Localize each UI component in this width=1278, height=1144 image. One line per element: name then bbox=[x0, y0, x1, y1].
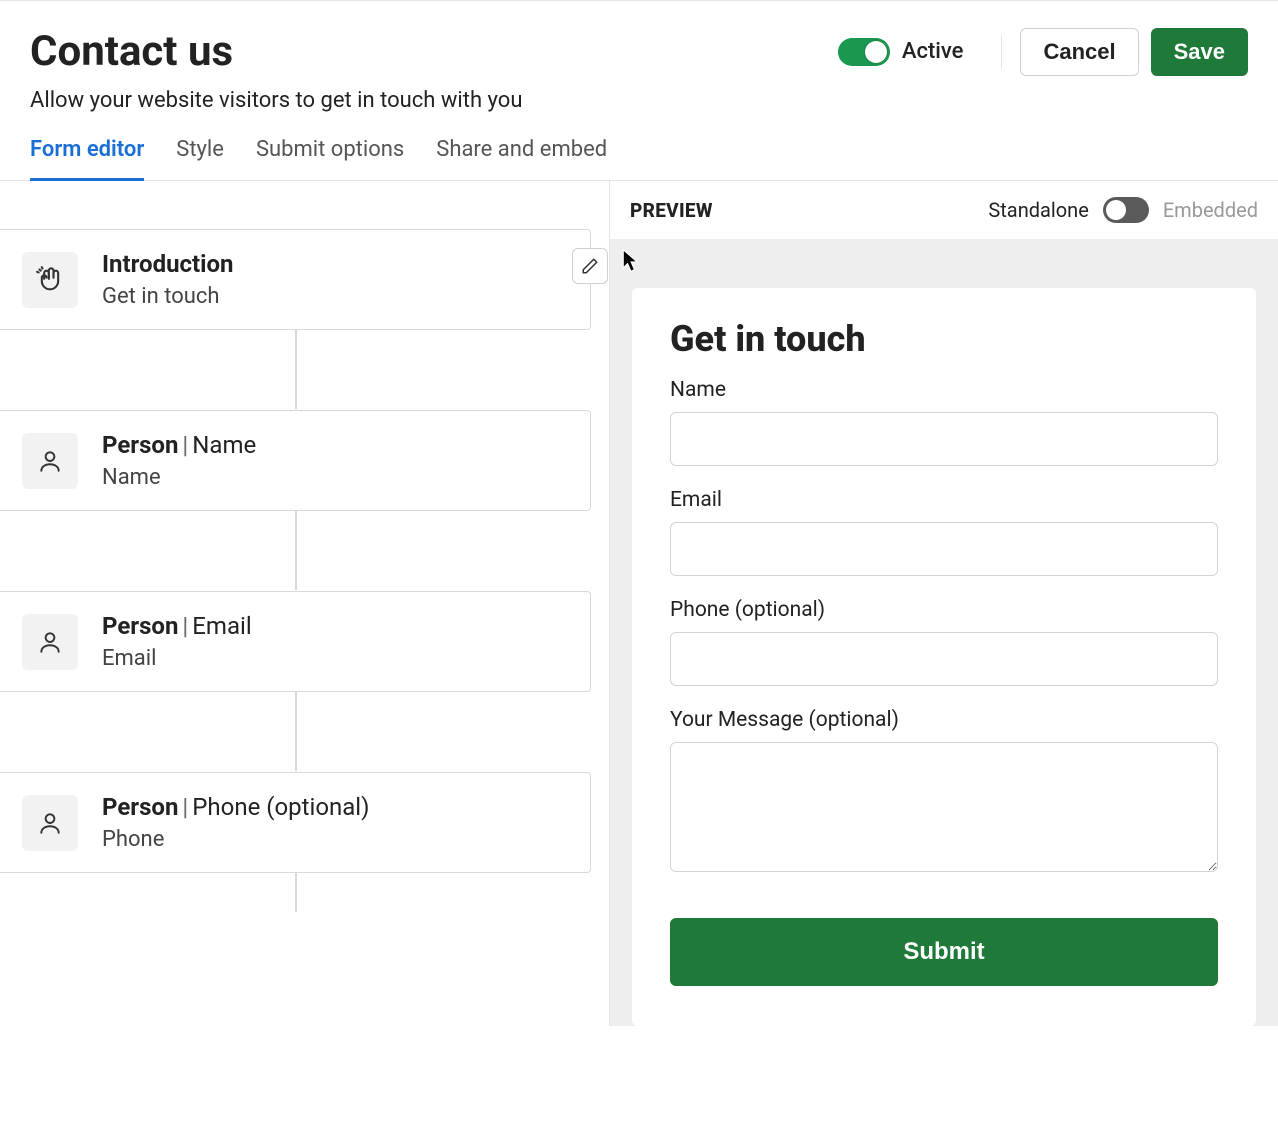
preview-mode-toggle[interactable] bbox=[1103, 197, 1149, 223]
connector bbox=[295, 691, 297, 771]
preview-mode-standalone-label: Standalone bbox=[988, 198, 1088, 222]
field-label-phone: Phone (optional) bbox=[670, 598, 1218, 622]
editor-block-introduction[interactable]: Introduction Get in touch bbox=[0, 229, 591, 330]
email-input[interactable] bbox=[670, 522, 1218, 576]
block-subtitle: Email bbox=[102, 646, 252, 671]
message-input[interactable] bbox=[670, 742, 1218, 872]
person-icon bbox=[22, 614, 78, 670]
field-label-name: Name bbox=[670, 378, 1218, 402]
pencil-icon bbox=[581, 257, 599, 275]
tab-form-editor[interactable]: Form editor bbox=[30, 137, 144, 181]
preview-heading: PREVIEW bbox=[630, 199, 713, 222]
editor-block-phone[interactable]: Person|Phone (optional) Phone bbox=[0, 772, 591, 873]
block-title: Introduction bbox=[102, 250, 234, 278]
save-button[interactable]: Save bbox=[1151, 28, 1248, 76]
field-label-email: Email bbox=[670, 488, 1218, 512]
submit-button[interactable]: Submit bbox=[670, 918, 1218, 986]
block-title: Person|Phone (optional) bbox=[102, 793, 370, 821]
block-subtitle: Get in touch bbox=[102, 284, 234, 309]
divider bbox=[1001, 35, 1002, 69]
editor-block-email[interactable]: Person|Email Email bbox=[0, 591, 591, 692]
connector bbox=[295, 329, 297, 409]
phone-input[interactable] bbox=[670, 632, 1218, 686]
active-toggle-label: Active bbox=[902, 39, 964, 64]
block-title: Person|Name bbox=[102, 431, 256, 459]
name-input[interactable] bbox=[670, 412, 1218, 466]
preview-form-title: Get in touch bbox=[670, 318, 1218, 360]
preview-mode-embedded-label: Embedded bbox=[1163, 198, 1258, 222]
person-icon bbox=[22, 795, 78, 851]
page-subtitle: Allow your website visitors to get in to… bbox=[0, 76, 1278, 113]
active-toggle[interactable] bbox=[838, 38, 890, 66]
block-subtitle: Phone bbox=[102, 827, 370, 852]
page-title: Contact us bbox=[30, 27, 233, 76]
block-title: Person|Email bbox=[102, 612, 252, 640]
connector bbox=[295, 872, 297, 912]
field-label-message: Your Message (optional) bbox=[670, 708, 1218, 732]
connector bbox=[295, 510, 297, 590]
wave-icon bbox=[22, 252, 78, 308]
editor-block-name[interactable]: Person|Name Name bbox=[0, 410, 591, 511]
cancel-button[interactable]: Cancel bbox=[1020, 28, 1138, 76]
edit-block-button[interactable] bbox=[572, 248, 608, 284]
tab-share-embed[interactable]: Share and embed bbox=[436, 137, 607, 180]
person-icon bbox=[22, 433, 78, 489]
tab-style[interactable]: Style bbox=[176, 137, 224, 180]
block-subtitle: Name bbox=[102, 465, 256, 490]
tab-submit-options[interactable]: Submit options bbox=[256, 137, 404, 180]
preview-form-card: Get in touch Name Email Phone (optional) bbox=[632, 288, 1256, 1026]
